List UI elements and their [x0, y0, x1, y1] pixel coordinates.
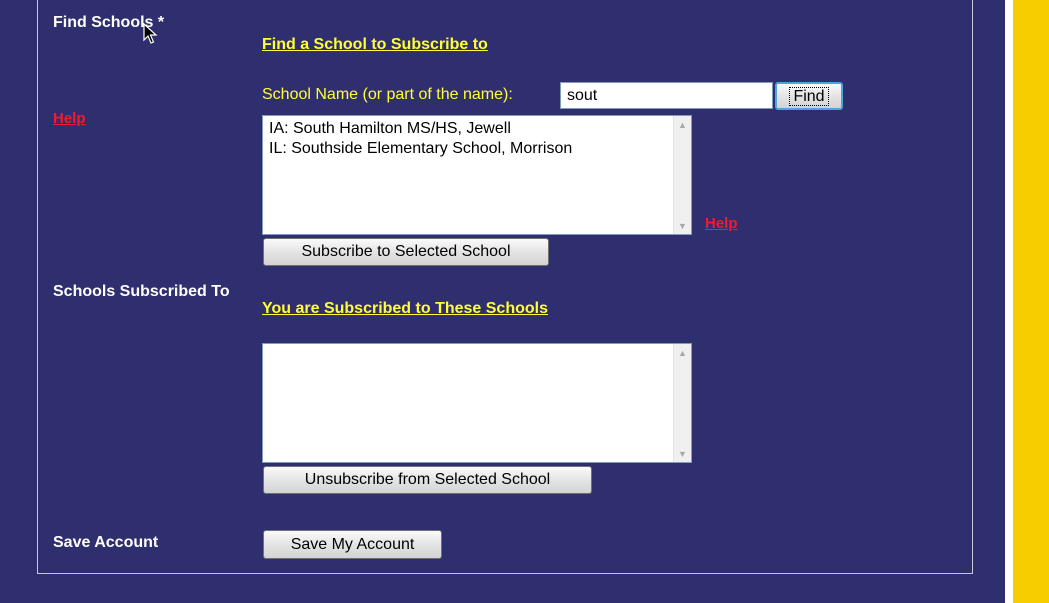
school-name-label: School Name (or part of the name):: [262, 86, 513, 103]
save-account-button[interactable]: Save My Account: [263, 530, 442, 559]
results-scrollbar[interactable]: ▲ ▼: [673, 116, 691, 234]
subscribe-button[interactable]: Subscribe to Selected School: [263, 238, 549, 266]
find-button[interactable]: Find: [775, 82, 843, 110]
unsubscribe-button[interactable]: Unsubscribe from Selected School: [263, 466, 592, 494]
side-stripe-light: [1005, 0, 1013, 603]
subscribed-schools-list: [263, 344, 674, 462]
save-account-label: Save Account: [53, 534, 159, 551]
schools-subscribed-label: Schools Subscribed To: [53, 283, 230, 300]
subscribed-scrollbar[interactable]: ▲ ▼: [673, 344, 691, 462]
search-results-listbox[interactable]: IA: South Hamilton MS/HS, Jewell IL: Sou…: [262, 115, 692, 235]
search-results-list: IA: South Hamilton MS/HS, Jewell IL: Sou…: [263, 116, 674, 234]
find-help-link[interactable]: Help: [53, 110, 86, 127]
scroll-down-icon[interactable]: ▼: [674, 217, 691, 234]
scroll-up-icon[interactable]: ▲: [674, 116, 691, 133]
list-item[interactable]: IA: South Hamilton MS/HS, Jewell: [269, 119, 668, 139]
scroll-up-icon[interactable]: ▲: [674, 344, 691, 361]
list-item[interactable]: IL: Southside Elementary School, Morriso…: [269, 139, 668, 159]
mouse-pointer-icon: [143, 23, 158, 44]
side-stripe-yellow: [1013, 0, 1049, 603]
results-help-link[interactable]: Help: [705, 215, 738, 232]
find-section-title: Find a School to Subscribe to: [262, 36, 488, 53]
scroll-down-icon[interactable]: ▼: [674, 445, 691, 462]
school-name-input[interactable]: [560, 82, 773, 109]
find-button-label: Find: [789, 86, 829, 106]
subscribed-section-title: You are Subscribed to These Schools: [262, 300, 548, 317]
subscribed-schools-listbox[interactable]: ▲ ▼: [262, 343, 692, 463]
